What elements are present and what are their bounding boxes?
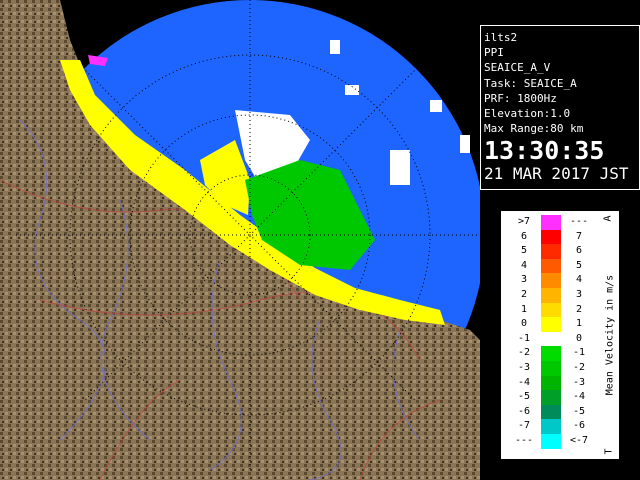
legend-row-left-value: -5 — [517, 391, 531, 403]
legend-row-left-value: 3 — [520, 274, 528, 286]
legend-row-right-value: -5 — [572, 405, 586, 417]
legend-row-swatch — [541, 317, 561, 332]
legend-row-left-value: -4 — [517, 376, 531, 388]
legend-row-swatch — [541, 419, 561, 434]
legend-row-right-value: 7 — [575, 230, 583, 242]
prf-value: PRF: 1800Hz — [484, 91, 557, 105]
legend-row-swatch — [541, 244, 561, 259]
legend-row-left-value: --- — [514, 435, 534, 446]
legend-row-swatch — [541, 390, 561, 405]
legend-row-right-value: 3 — [575, 289, 583, 300]
legend-row: -2 -1 — [501, 346, 601, 361]
legend-top-marker: A — [602, 215, 614, 222]
max-range-value: Max Range:80 km — [484, 122, 584, 136]
legend-row: 12 — [501, 302, 601, 318]
legend-row-swatch — [541, 375, 561, 391]
time-display: 13:30:35 — [484, 136, 605, 166]
legend-row: -1 0 — [501, 331, 601, 347]
date-display: 21 MAR 2017 JST — [484, 164, 629, 184]
legend-row-right-value: -1 — [572, 347, 586, 359]
legend-row-left-value: 1 — [520, 303, 528, 315]
legend-row-right-value: -2 — [572, 362, 586, 373]
legend-row-left-value: 6 — [520, 230, 528, 242]
legend-row-left-value: >7 — [517, 216, 531, 227]
site-name: ilts2 — [484, 31, 518, 44]
legend-row-left-value: -3 — [517, 362, 531, 373]
legend-row: 34 — [501, 273, 601, 288]
legend-row-left-value: -7 — [517, 420, 531, 432]
legend-row-swatch — [541, 258, 561, 274]
legend-row: 45 — [501, 258, 601, 274]
legend-row: -6 -5 — [501, 404, 601, 420]
legend-row-swatch — [541, 229, 561, 245]
legend-row: 67 — [501, 229, 601, 245]
radar-ppi-map — [0, 0, 480, 480]
legend-row: 56 — [501, 244, 601, 259]
legend-row: 01 — [501, 317, 601, 332]
scan-mode: PPI — [484, 46, 504, 60]
legend-row-right-value: 0 — [575, 332, 583, 344]
legend-row-left-value: -1 — [517, 332, 531, 344]
legend-row-right-value: -4 — [572, 391, 586, 403]
legend-row-left-value: -6 — [517, 405, 531, 417]
legend-row: --- <-7 — [501, 434, 601, 449]
legend-row: -3 -2 — [501, 361, 601, 376]
legend-row-swatch — [541, 215, 561, 230]
legend-row-swatch — [541, 434, 561, 449]
legend-row-swatch — [541, 331, 561, 347]
legend-row-right-value: -3 — [572, 376, 586, 388]
legend-row-right-value: 1 — [575, 318, 583, 330]
info-panel: ilts2 PPI SEAICE_A_V Task: SEAICE_A PRF:… — [480, 25, 640, 190]
elevation-value: Elevation:1.0 — [484, 107, 571, 121]
legend-row: >7 --- — [501, 215, 601, 230]
legend-row-left-value: 0 — [520, 318, 528, 330]
legend-row-swatch — [541, 302, 561, 318]
legend-row-swatch — [541, 361, 561, 376]
legend-row: -7 -6 — [501, 419, 601, 434]
legend-unit: A Mean Velocity in m/s T — [601, 211, 619, 459]
legend-row-left-value: 2 — [520, 289, 528, 300]
legend-row-right-value: 4 — [575, 274, 583, 286]
legend-unit-label: Mean Velocity in m/s — [604, 274, 616, 396]
legend-row-swatch — [541, 404, 561, 420]
legend-row: -5 -4 — [501, 390, 601, 405]
legend-row-swatch — [541, 288, 561, 303]
legend-row-left-value: 4 — [520, 259, 528, 271]
legend-row-right-value: 5 — [575, 259, 583, 271]
legend-bottom-marker: T — [603, 448, 615, 455]
legend-row-right-value: 6 — [575, 245, 583, 257]
legend-row-right-value: 2 — [575, 303, 583, 315]
legend-row-left-value: 5 — [520, 245, 528, 257]
legend-row-left-value: -2 — [517, 347, 531, 359]
velocity-legend: >7 --- 6 7 5 6 4 5 3 4 2 3 1 2 0 1 -1 0 -2 -1 -3 -2 -4 -3 -5 -4 -6… — [500, 210, 620, 460]
legend-row: -4 -3 — [501, 375, 601, 391]
legend-row-swatch — [541, 273, 561, 288]
task-name: Task: SEAICE_A — [484, 76, 577, 90]
legend-row-right-value: <-7 — [569, 435, 589, 446]
legend-row-right-value: --- — [569, 216, 589, 227]
legend-row-right-value: -6 — [572, 420, 586, 432]
product-name: SEAICE_A_V — [484, 61, 551, 75]
legend-row: 23 — [501, 288, 601, 303]
legend-row-swatch — [541, 346, 561, 361]
